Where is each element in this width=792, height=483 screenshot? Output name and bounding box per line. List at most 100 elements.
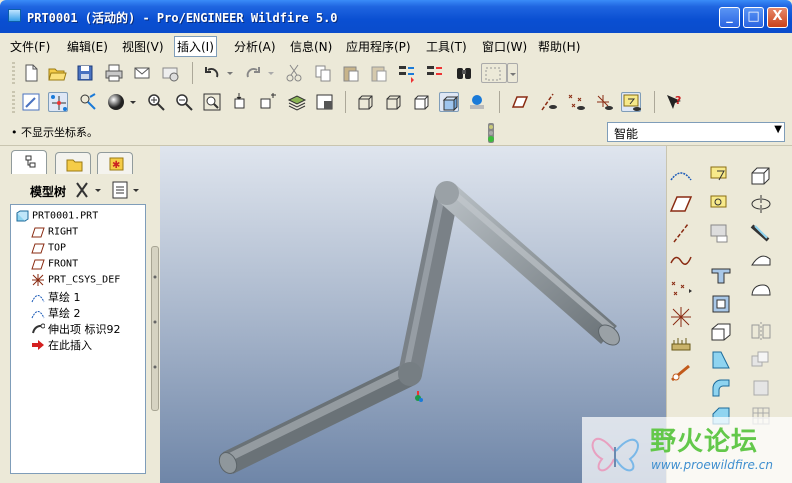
zoom-out-icon[interactable] bbox=[174, 92, 194, 112]
datum-plane-tool-icon[interactable] bbox=[669, 193, 693, 215]
paste-special-icon[interactable] bbox=[369, 63, 389, 83]
csys-tool-icon[interactable] bbox=[669, 306, 693, 328]
trim-tool-icon[interactable] bbox=[749, 376, 773, 398]
save-icon[interactable] bbox=[75, 63, 95, 83]
tree-item-sketch-1[interactable]: 草绘 1 bbox=[31, 289, 81, 305]
maximize-button[interactable]: □ bbox=[743, 7, 764, 28]
layers-icon[interactable] bbox=[287, 92, 307, 112]
menu-view[interactable]: 视图(V) bbox=[122, 38, 164, 55]
datum-curve-sketch-icon[interactable] bbox=[669, 164, 693, 186]
menu-window[interactable]: 窗口(W) bbox=[482, 38, 527, 55]
round-tool-icon[interactable] bbox=[709, 376, 733, 398]
datum-planes-icon[interactable] bbox=[510, 92, 530, 112]
select-box-icon[interactable] bbox=[481, 63, 507, 83]
redo-icon[interactable] bbox=[243, 63, 263, 83]
orient-mode-icon[interactable] bbox=[78, 92, 98, 112]
shading-icon[interactable] bbox=[439, 92, 459, 112]
no-hidden-icon[interactable] bbox=[411, 92, 431, 112]
chevron-down-icon[interactable]: ▼ bbox=[774, 124, 782, 135]
sweep-tool-icon[interactable] bbox=[749, 222, 773, 244]
rib-tool-icon[interactable] bbox=[709, 320, 733, 342]
datum-axes-icon[interactable] bbox=[538, 92, 558, 112]
paste-icon[interactable] bbox=[341, 63, 361, 83]
regenerate-icon[interactable] bbox=[397, 63, 417, 83]
tree-item-part[interactable]: PRT0001.PRT bbox=[15, 209, 98, 225]
tree-item-insert-here[interactable]: 在此插入 bbox=[31, 337, 92, 353]
model-display-icon[interactable] bbox=[467, 92, 487, 112]
tree-item-top[interactable]: TOP bbox=[31, 241, 66, 257]
hole-tool-icon[interactable] bbox=[709, 264, 733, 286]
tree-item-sketch-2[interactable]: 草绘 2 bbox=[31, 305, 81, 321]
datum-curve-icon[interactable] bbox=[669, 249, 693, 271]
merge-tool-icon[interactable] bbox=[749, 348, 773, 370]
sketch-points-icon[interactable] bbox=[709, 222, 733, 244]
undo-dropdown-icon[interactable] bbox=[225, 63, 235, 83]
tree-item-protrusion[interactable]: 伸出项 标识92 bbox=[31, 321, 121, 337]
print-icon[interactable] bbox=[104, 63, 124, 83]
cut-icon[interactable] bbox=[284, 63, 304, 83]
view-manager-icon[interactable] bbox=[315, 92, 335, 112]
tree-item-right[interactable]: RIGHT bbox=[31, 225, 78, 241]
tab-model-tree[interactable] bbox=[11, 150, 47, 174]
panel-splitter[interactable] bbox=[151, 246, 159, 411]
appearance-icon[interactable] bbox=[106, 92, 126, 112]
tree-item-front[interactable]: FRONT bbox=[31, 257, 78, 273]
menu-file[interactable]: 文件(F) bbox=[10, 38, 50, 55]
regen-manager-icon[interactable] bbox=[425, 63, 445, 83]
sketch-setup-icon[interactable] bbox=[709, 193, 733, 215]
show-menu-icon[interactable] bbox=[109, 179, 143, 201]
spin-center-icon[interactable] bbox=[48, 92, 68, 112]
shell-tool-icon[interactable] bbox=[709, 292, 733, 314]
minimize-button[interactable]: _ bbox=[719, 7, 740, 28]
annotations-icon[interactable] bbox=[621, 92, 641, 112]
refit-icon[interactable] bbox=[202, 92, 222, 112]
sketch-tool-icon[interactable] bbox=[709, 164, 733, 186]
menu-help[interactable]: 帮助(H) bbox=[538, 38, 580, 55]
reorient-icon[interactable] bbox=[230, 92, 250, 112]
mirror-tool-icon[interactable] bbox=[749, 320, 773, 342]
appearance-dropdown-icon[interactable] bbox=[128, 92, 138, 112]
tree-item-csys[interactable]: PRT_CSYS_DEF bbox=[31, 273, 120, 289]
send-mail-icon[interactable] bbox=[132, 63, 152, 83]
saved-views-icon[interactable] bbox=[258, 92, 278, 112]
find-icon[interactable] bbox=[454, 63, 474, 83]
menu-analysis[interactable]: 分析(A) bbox=[234, 38, 276, 55]
blend-tool-icon[interactable] bbox=[749, 249, 773, 271]
zoom-in-icon[interactable] bbox=[146, 92, 166, 112]
context-help-icon[interactable]: ? bbox=[664, 92, 684, 112]
tree-item-label: FRONT bbox=[48, 258, 79, 270]
menu-info[interactable]: 信息(N) bbox=[290, 38, 332, 55]
datum-axis-tool-icon[interactable] bbox=[669, 222, 693, 244]
extrude-tool-icon[interactable] bbox=[749, 164, 773, 186]
reference-tool-icon[interactable] bbox=[669, 362, 693, 384]
tab-favorites[interactable]: ✱ bbox=[97, 152, 133, 174]
csys-display-icon[interactable] bbox=[594, 92, 614, 112]
revolve-tool-icon[interactable] bbox=[749, 193, 773, 215]
menu-tools[interactable]: 工具(T) bbox=[426, 38, 467, 55]
datum-points-icon[interactable] bbox=[566, 92, 586, 112]
repaint-icon[interactable] bbox=[21, 92, 41, 112]
menu-applications[interactable]: 应用程序(P) bbox=[346, 38, 411, 55]
draft-tool-icon[interactable] bbox=[709, 348, 733, 370]
close-button[interactable]: X bbox=[767, 7, 788, 28]
hidden-line-icon[interactable] bbox=[383, 92, 403, 112]
mail-link-icon[interactable] bbox=[160, 63, 180, 83]
analysis-tool-icon[interactable] bbox=[669, 334, 693, 356]
menu-edit[interactable]: 编辑(E) bbox=[67, 38, 108, 55]
tree-item-label: PRT0001.PRT bbox=[32, 210, 99, 222]
tab-folder-browser[interactable] bbox=[55, 152, 91, 174]
boundary-blend-icon[interactable] bbox=[749, 279, 773, 301]
copy-icon[interactable] bbox=[313, 63, 333, 83]
selection-filter[interactable]: 智能 ▼ bbox=[607, 122, 785, 142]
redo-dropdown-icon[interactable] bbox=[266, 63, 276, 83]
open-folder-icon[interactable] bbox=[47, 63, 67, 83]
tree-settings-icon[interactable] bbox=[73, 179, 103, 201]
toolbar-grip[interactable] bbox=[12, 62, 15, 84]
select-dropdown-icon[interactable] bbox=[507, 63, 518, 83]
toolbar-grip[interactable] bbox=[12, 91, 15, 113]
undo-icon[interactable] bbox=[202, 63, 222, 83]
wireframe-icon[interactable] bbox=[355, 92, 375, 112]
menu-insert[interactable]: 插入(I) bbox=[174, 36, 217, 57]
datum-point-tool-icon[interactable] bbox=[669, 279, 693, 301]
new-file-icon[interactable] bbox=[21, 63, 41, 83]
